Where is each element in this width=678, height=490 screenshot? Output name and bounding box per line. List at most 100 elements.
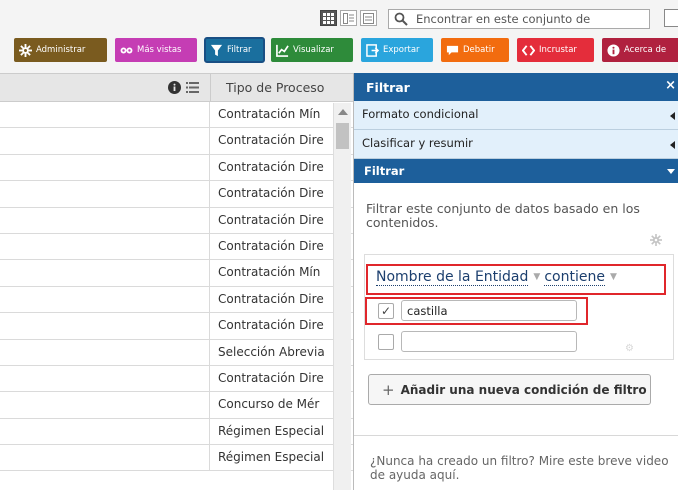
table-row[interactable]: Contratación Dire [0, 181, 353, 208]
row-left-cells [0, 339, 210, 365]
panel-header: Filtrar × [354, 73, 678, 101]
visualizar-label: Visualizar [293, 45, 334, 55]
table-row[interactable]: Contratación Mín [0, 102, 353, 129]
row-left-cells [0, 128, 210, 154]
condition-value-input[interactable]: castilla [401, 300, 577, 321]
row-left-cells [0, 286, 210, 313]
scroll-up-icon[interactable] [338, 109, 348, 115]
row-left-cells [0, 392, 210, 418]
table-cell: Régimen Especial [218, 423, 325, 438]
section-label: Filtrar [364, 164, 405, 178]
table-row[interactable]: Contratación Dire [0, 233, 353, 261]
action-buttons: Administrar Más vistas Filtrar Visualiza… [0, 37, 678, 63]
section-clasificar-y-resumir[interactable]: Clasificar y resumir [354, 130, 678, 159]
table-cell: Concurso de Mér [218, 397, 320, 412]
data-grid: Tipo de Proceso Contratación Mín Contrat… [0, 73, 353, 490]
dropdown-caret-icon[interactable]: ▼ [610, 272, 617, 282]
table-row[interactable]: Contratación Dire [0, 313, 353, 340]
column-header-tipo-de-proceso[interactable]: Tipo de Proceso [226, 80, 324, 95]
mas-vistas-label: Más vistas [137, 45, 182, 55]
acerca-de-label: Acerca de [624, 45, 667, 55]
gear-icon: ⚙ [625, 343, 634, 354]
column-menu-icon[interactable] [186, 82, 199, 93]
mas-vistas-button[interactable]: Más vistas [115, 38, 197, 62]
card-view-icon[interactable] [340, 10, 357, 26]
help-text[interactable]: ¿Nunca ha creado un filtro? Mire este br… [370, 454, 675, 482]
grid-view-icon[interactable] [320, 10, 337, 26]
vertical-scrollbar[interactable] [333, 103, 351, 490]
info-icon [607, 43, 620, 57]
plus-icon: + [382, 380, 395, 399]
search-input[interactable] [416, 12, 646, 26]
table-cell: Contratación Dire [218, 212, 324, 227]
search-box[interactable] [388, 9, 650, 29]
debatir-button[interactable]: Debatir [441, 38, 509, 62]
row-left-cells [0, 418, 210, 445]
close-icon[interactable]: × [665, 78, 676, 93]
list-view-icon[interactable] [360, 10, 377, 26]
section-label: Formato condicional [362, 107, 479, 121]
glasses-icon [120, 47, 133, 53]
table-row[interactable]: Régimen Especial [0, 445, 353, 472]
table-row[interactable]: Contratación Dire [0, 128, 353, 155]
table-row[interactable]: Concurso de Mér [0, 392, 353, 419]
scroll-thumb[interactable] [336, 123, 349, 149]
window-icon[interactable] [664, 9, 678, 27]
code-icon [522, 44, 535, 56]
row-left-cells [0, 102, 210, 128]
table-body: Contratación Mín Contratación Dire Contr… [0, 102, 353, 472]
column-selector[interactable]: Nombre de la Entidad [376, 269, 529, 286]
table-row[interactable]: Contratación Mín [0, 260, 353, 287]
add-filter-label: Añadir una nueva condición de filtro [400, 382, 647, 397]
condition-checkbox[interactable]: ✓ [378, 303, 394, 319]
row-left-cells [0, 365, 210, 392]
add-filter-condition-button[interactable]: + Añadir una nueva condición de filtro [368, 374, 651, 405]
exportar-button[interactable]: Exportar [361, 38, 433, 62]
chevron-down-icon [667, 169, 675, 174]
table-cell: Contratación Dire [218, 186, 324, 201]
table-row[interactable]: Contratación Dire [0, 154, 353, 182]
administrar-button[interactable]: Administrar [14, 38, 107, 62]
toolbar: Administrar Más vistas Filtrar Visualiza… [0, 0, 678, 66]
visualizar-button[interactable]: Visualizar [271, 38, 353, 62]
table-cell: Contratación Mín [218, 107, 321, 121]
row-left-cells [0, 260, 210, 286]
filtrar-button[interactable]: Filtrar [204, 37, 265, 63]
table-cell: Régimen Especial [218, 450, 325, 465]
gear-icon [19, 43, 32, 57]
filtrar-label: Filtrar [227, 45, 252, 55]
table-cell: Contratación Dire [218, 159, 324, 174]
table-cell: Contratación Dire [218, 133, 324, 148]
column-info-icon[interactable] [168, 81, 181, 94]
section-filtrar[interactable]: Filtrar [354, 159, 678, 183]
section-label: Clasificar y resumir [362, 136, 473, 150]
gear-icon[interactable] [650, 234, 662, 246]
table-cell: Selección Abrevia [218, 344, 325, 359]
table-row[interactable]: Contratación Dire [0, 207, 353, 234]
row-left-cells [0, 233, 210, 260]
incrustar-button[interactable]: Incrustar [517, 38, 594, 62]
table-cell: Contratación Mín [218, 265, 321, 280]
debatir-label: Debatir [463, 45, 495, 55]
dropdown-caret-icon[interactable]: ▼ [533, 272, 540, 282]
row-left-cells [0, 181, 210, 207]
table-row[interactable]: Contratación Dire [0, 286, 353, 314]
condition-value-input[interactable] [401, 331, 577, 352]
administrar-label: Administrar [36, 45, 86, 55]
speech-bubble-icon [446, 45, 459, 55]
view-switcher [320, 10, 377, 26]
condition-checkbox[interactable] [378, 334, 394, 350]
row-left-cells [0, 207, 210, 233]
section-formato-condicional[interactable]: Formato condicional [354, 101, 678, 130]
table-cell: Contratación Dire [218, 291, 324, 306]
filter-panel: Filtrar × Formato condicional Clasificar… [353, 73, 678, 490]
chart-icon [276, 44, 289, 57]
table-row[interactable]: Contratación Dire [0, 365, 353, 393]
acerca-de-button[interactable]: Acerca de [602, 38, 678, 62]
chevron-left-icon [670, 112, 675, 120]
incrustar-label: Incrustar [539, 45, 577, 55]
table-row[interactable]: Régimen Especial [0, 418, 353, 446]
table-row[interactable]: Selección Abrevia [0, 339, 353, 366]
table-header: Tipo de Proceso [0, 74, 353, 102]
operator-selector[interactable]: contiene [544, 269, 605, 286]
